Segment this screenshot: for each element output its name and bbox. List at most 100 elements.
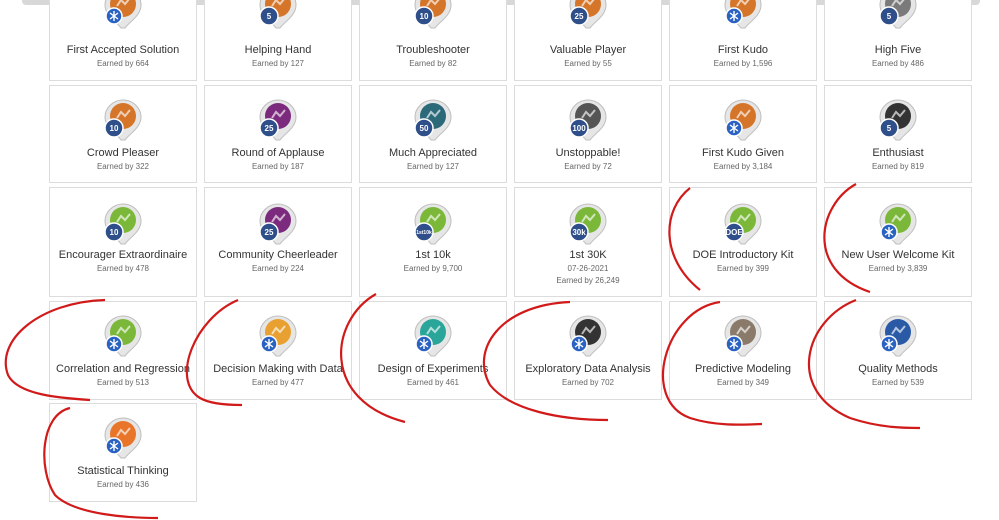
svg-text:10: 10 — [110, 228, 119, 237]
badge-earned-count: Earned by 477 — [251, 378, 305, 387]
badge-card-1st-10k[interactable]: 1st10k 1st 10k Earned by 9,700 — [359, 187, 507, 297]
svg-text:50: 50 — [420, 124, 429, 133]
svg-text:5: 5 — [887, 12, 892, 21]
badge-earned-count: Earned by 664 — [96, 59, 150, 68]
badge-card-design-of-experiments[interactable]: Design of Experiments Earned by 461 — [359, 301, 507, 400]
badge-card-new-user-welcome-kit[interactable]: New User Welcome Kit Earned by 3,839 — [824, 187, 972, 297]
badge-earned-count: Earned by 26,249 — [556, 276, 620, 285]
badge-name: Helping Hand — [244, 44, 312, 56]
svg-text:25: 25 — [575, 12, 584, 21]
badge-earned-count: Earned by 436 — [96, 480, 150, 489]
badge-icon — [876, 202, 920, 246]
badge-card-high-five[interactable]: 5 High Five Earned by 486 — [824, 0, 972, 81]
badge-card-round-of-applause[interactable]: 25 Round of Applause Earned by 187 — [204, 85, 352, 183]
badge-card-statistical-thinking[interactable]: Statistical Thinking Earned by 436 — [49, 403, 197, 502]
badge-name: Unstoppable! — [555, 147, 621, 159]
badge-icon: 10 — [101, 202, 145, 246]
badge-card-valuable-player[interactable]: 25 Valuable Player Earned by 55 — [514, 0, 662, 81]
badge-earned-count: Earned by 322 — [96, 162, 150, 171]
badge-card-quality-methods[interactable]: Quality Methods Earned by 539 — [824, 301, 972, 400]
badge-card-unstoppable[interactable]: 100 Unstoppable! Earned by 72 — [514, 85, 662, 183]
badge-card-first-kudo-given[interactable]: First Kudo Given Earned by 3,184 — [669, 85, 817, 183]
badge-card-troubleshooter[interactable]: 10 Troubleshooter Earned by 82 — [359, 0, 507, 81]
badge-earned-count: Earned by 539 — [871, 378, 925, 387]
badge-icon: DOE — [721, 202, 765, 246]
badge-card-much-appreciated[interactable]: 50 Much Appreciated Earned by 127 — [359, 85, 507, 183]
badge-icon: 1st10k — [411, 202, 455, 246]
badge-icon: 25 — [566, 0, 610, 30]
svg-text:10: 10 — [110, 124, 119, 133]
badge-earned-count: Earned by 513 — [96, 378, 150, 387]
badge-earned-count: Earned by 55 — [564, 59, 612, 68]
badge-name: New User Welcome Kit — [841, 249, 955, 261]
badge-earned-count: Earned by 187 — [251, 162, 305, 171]
badge-earned-count: Earned by 478 — [96, 264, 150, 273]
badge-earned-count: Earned by 127 — [251, 59, 305, 68]
badge-name: Decision Making with Data — [213, 363, 343, 375]
badge-card-community-cheerleader[interactable]: 25 Community Cheerleader Earned by 224 — [204, 187, 352, 297]
badge-earned-count: Earned by 127 — [406, 162, 460, 171]
badge-date: 07-26-2021 — [567, 264, 609, 273]
badge-card-predictive-modeling[interactable]: Predictive Modeling Earned by 349 — [669, 301, 817, 400]
svg-text:5: 5 — [267, 12, 272, 21]
badge-earned-count: Earned by 399 — [716, 264, 770, 273]
badge-earned-count: Earned by 224 — [251, 264, 305, 273]
badge-earned-count: Earned by 3,184 — [713, 162, 773, 171]
badge-card-decision-making-with-data[interactable]: Decision Making with Data Earned by 477 — [204, 301, 352, 400]
badge-name: First Kudo — [717, 44, 769, 56]
badge-name: Design of Experiments — [377, 363, 489, 375]
badge-icon — [721, 98, 765, 142]
svg-text:10: 10 — [420, 12, 429, 21]
badge-name: Exploratory Data Analysis — [525, 363, 651, 375]
badge-icon: 25 — [256, 98, 300, 142]
svg-text:1st10k: 1st10k — [416, 230, 432, 236]
badge-icon — [101, 416, 145, 460]
badge-icon: 10 — [101, 98, 145, 142]
badge-name: DOE Introductory Kit — [692, 249, 794, 261]
svg-text:25: 25 — [265, 228, 274, 237]
badge-name: 1st 10k — [415, 249, 451, 261]
badge-card-first-kudo[interactable]: First Kudo Earned by 1,596 — [669, 0, 817, 81]
badge-card-first-accepted-solution[interactable]: First Accepted Solution Earned by 664 — [49, 0, 197, 81]
svg-text:25: 25 — [265, 124, 274, 133]
badge-earned-count: Earned by 702 — [561, 378, 615, 387]
badge-name: Statistical Thinking — [77, 465, 169, 477]
badge-icon — [411, 314, 455, 358]
badge-icon — [721, 314, 765, 358]
badge-icon — [566, 314, 610, 358]
badge-icon: 25 — [256, 202, 300, 246]
badge-name: Community Cheerleader — [218, 249, 338, 261]
badge-card-correlation-and-regression[interactable]: Correlation and Regression Earned by 513 — [49, 301, 197, 400]
badge-name: Correlation and Regression — [56, 363, 190, 375]
badge-card-encourager-extraordinaire[interactable]: 10 Encourager Extraordinaire Earned by 47… — [49, 187, 197, 297]
badge-card-1st-30k[interactable]: 30k 1st 30K 07-26-2021 Earned by 26,249 — [514, 187, 662, 297]
badge-icon: 50 — [411, 98, 455, 142]
badge-name: First Accepted Solution — [66, 44, 180, 56]
badge-card-enthusiast[interactable]: 5 Enthusiast Earned by 819 — [824, 85, 972, 183]
badge-icon — [101, 0, 145, 30]
badge-earned-count: Earned by 819 — [871, 162, 925, 171]
badge-name: Quality Methods — [858, 363, 938, 375]
badge-earned-count: Earned by 9,700 — [403, 264, 463, 273]
badge-icon: 5 — [876, 98, 920, 142]
badge-icon — [721, 0, 765, 30]
badge-card-exploratory-data-analysis[interactable]: Exploratory Data Analysis Earned by 702 — [514, 301, 662, 400]
badge-earned-count: Earned by 349 — [716, 378, 770, 387]
badge-icon: 100 — [566, 98, 610, 142]
badge-icon: 10 — [411, 0, 455, 30]
badge-name: Round of Applause — [231, 147, 325, 159]
badge-earned-count: Earned by 3,839 — [868, 264, 928, 273]
badge-earned-count: Earned by 1,596 — [713, 59, 773, 68]
badge-card-crowd-pleaser[interactable]: 10 Crowd Pleaser Earned by 322 — [49, 85, 197, 183]
badge-earned-count: Earned by 486 — [871, 59, 925, 68]
badge-icon — [101, 314, 145, 358]
badge-name: Predictive Modeling — [695, 363, 791, 375]
badge-name: Crowd Pleaser — [86, 147, 160, 159]
badge-name: Encourager Extraordinaire — [58, 249, 188, 261]
badge-card-helping-hand[interactable]: 5 Helping Hand Earned by 127 — [204, 0, 352, 81]
badge-name: 1st 30K — [569, 249, 607, 261]
badge-name: Enthusiast — [872, 147, 924, 159]
badge-card-doe-introductory-kit[interactable]: DOE DOE Introductory Kit Earned by 399 — [669, 187, 817, 297]
badge-earned-count: Earned by 82 — [409, 59, 457, 68]
badge-name: High Five — [874, 44, 922, 56]
